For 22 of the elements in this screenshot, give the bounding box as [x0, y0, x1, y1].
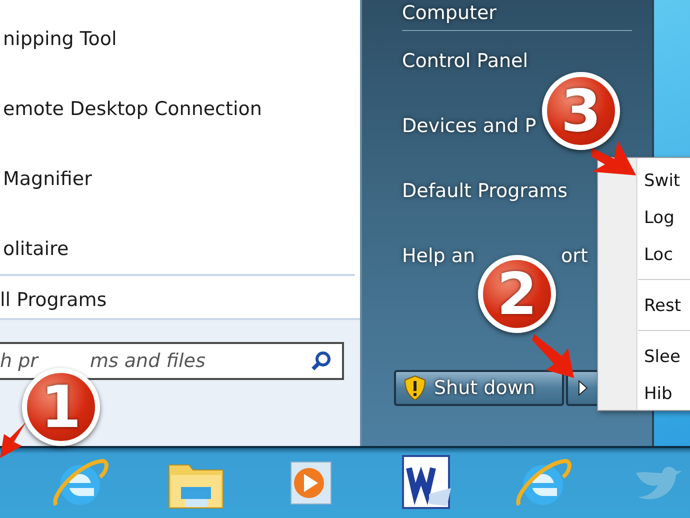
program-item[interactable]: nipping Tool: [3, 22, 360, 57]
shutdown-button[interactable]: Shut down: [394, 370, 564, 406]
menu-item[interactable]: Rest: [644, 288, 682, 325]
program-item[interactable]: olitaire: [3, 232, 360, 267]
search-field[interactable]: h pr ms and files: [0, 342, 344, 380]
menu-item[interactable]: Help an: [402, 244, 476, 266]
search-icon: [310, 350, 332, 372]
menu-item[interactable]: Loc: [644, 237, 673, 274]
menu-item[interactable]: Hib: [644, 376, 672, 413]
all-programs-item[interactable]: ll Programs: [0, 282, 360, 318]
menu-item[interactable]: Slee: [644, 339, 680, 376]
program-item[interactable]: emote Desktop Connection: [3, 92, 360, 127]
shield-icon: [404, 375, 426, 401]
menu-item[interactable]: Devices and P: [402, 114, 536, 136]
menu-item[interactable]: Default Programs: [402, 180, 568, 202]
menu-item[interactable]: ort: [561, 244, 588, 266]
menu-item[interactable]: Control Panel: [402, 50, 528, 72]
caret-icon: [578, 380, 588, 396]
program-item[interactable]: Magnifier: [3, 162, 360, 197]
menu-item[interactable]: Log: [644, 200, 674, 237]
menu-item[interactable]: Computer: [402, 2, 496, 24]
menu-item[interactable]: Swit: [644, 163, 680, 200]
